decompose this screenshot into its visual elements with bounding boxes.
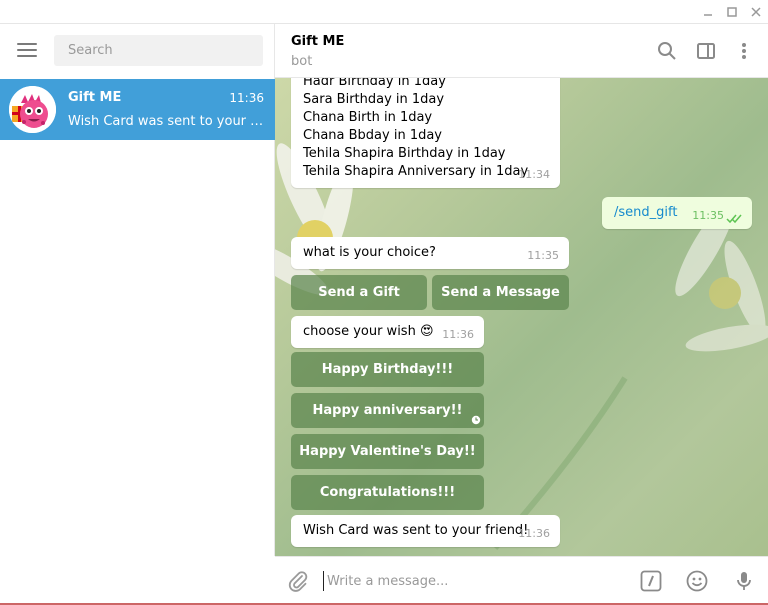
send-message-button[interactable]: Send a Message bbox=[432, 275, 569, 310]
sidebar: Search Gift ME 11:36 Wish Card was sent … bbox=[0, 24, 275, 556]
search-placeholder: Search bbox=[68, 43, 113, 58]
double-check-icon bbox=[726, 214, 742, 224]
sidebar-toggle-icon[interactable] bbox=[695, 40, 717, 62]
window-titlebar bbox=[0, 0, 768, 24]
maximize-icon[interactable] bbox=[720, 0, 744, 24]
chat-list-item[interactable]: Gift ME 11:36 Wish Card was sent to your… bbox=[0, 79, 275, 140]
window-controls bbox=[696, 0, 768, 24]
peer-name[interactable]: Gift ME bbox=[291, 34, 344, 49]
close-icon[interactable] bbox=[744, 0, 768, 24]
message-text: choose your wish bbox=[303, 324, 416, 339]
send-gift-button[interactable]: Send a Gift bbox=[291, 275, 427, 310]
message-time: 11:35 bbox=[527, 249, 559, 262]
avatar bbox=[9, 86, 56, 133]
message-bubble-wish: choose your wish 😍 11:36 bbox=[291, 316, 484, 348]
congratulations-button[interactable]: Congratulations!!! bbox=[291, 475, 484, 510]
message-text: Wish Card was sent to your friend! bbox=[303, 523, 529, 538]
message-bubble-sent: Wish Card was sent to your friend! 11:36 bbox=[291, 515, 560, 547]
command-icon[interactable] bbox=[639, 569, 663, 593]
list-line: Chana Bbday in 1day bbox=[303, 128, 443, 143]
list-line: Sara Birthday in 1day bbox=[303, 92, 445, 107]
search-input[interactable]: Search bbox=[54, 35, 263, 66]
minimize-icon[interactable] bbox=[696, 0, 720, 24]
search-icon[interactable] bbox=[656, 40, 678, 62]
command-link[interactable]: /send_gift bbox=[614, 205, 677, 220]
microphone-icon[interactable] bbox=[732, 569, 756, 593]
menu-icon[interactable] bbox=[17, 43, 37, 57]
list-line: Chana Birth in 1day bbox=[303, 110, 433, 125]
message-composer: Write a message... bbox=[275, 556, 768, 603]
attach-icon[interactable] bbox=[286, 569, 310, 593]
message-input-placeholder: Write a message... bbox=[327, 573, 449, 589]
emoji-icon[interactable] bbox=[685, 569, 709, 593]
chat-time: 11:36 bbox=[229, 91, 264, 105]
chat-name: Gift ME bbox=[68, 90, 122, 105]
message-text: what is your choice? bbox=[303, 245, 436, 260]
chat-header: Gift ME bot bbox=[275, 24, 768, 78]
button-label: Happy anniversary!! bbox=[312, 403, 463, 418]
message-area[interactable]: Hadr Birthday in 1day Sara Birthday in 1… bbox=[275, 78, 768, 556]
message-bubble-birthdays: Hadr Birthday in 1day Sara Birthday in 1… bbox=[291, 78, 560, 188]
message-time: 11:34 bbox=[518, 168, 550, 181]
peer-status: bot bbox=[291, 54, 313, 69]
list-line: Tehila Shapira Birthday in 1day bbox=[303, 146, 506, 161]
happy-valentines-button[interactable]: Happy Valentine's Day!! bbox=[291, 434, 484, 469]
message-time: 11:36 bbox=[518, 527, 550, 540]
happy-anniversary-button[interactable]: Happy anniversary!! bbox=[291, 393, 484, 428]
clock-icon bbox=[471, 415, 481, 425]
heart-eyes-emoji: 😍 bbox=[419, 324, 434, 339]
sidebar-header: Search bbox=[0, 24, 274, 78]
list-line: Hadr Birthday in 1day bbox=[303, 78, 446, 89]
more-vertical-icon[interactable] bbox=[733, 40, 755, 62]
message-bubble-choice: what is your choice? 11:35 bbox=[291, 237, 569, 269]
message-bubble-outgoing: /send_gift 11:35 bbox=[602, 197, 752, 229]
list-line: Tehila Shapira Anniversary in 1day bbox=[303, 164, 529, 179]
chat-preview: Wish Card was sent to your frie... bbox=[68, 114, 264, 129]
happy-birthday-button[interactable]: Happy Birthday!!! bbox=[291, 352, 484, 387]
message-time: 11:36 bbox=[442, 328, 474, 341]
message-input[interactable]: Write a message... bbox=[323, 571, 623, 591]
message-time: 11:35 bbox=[692, 209, 724, 222]
